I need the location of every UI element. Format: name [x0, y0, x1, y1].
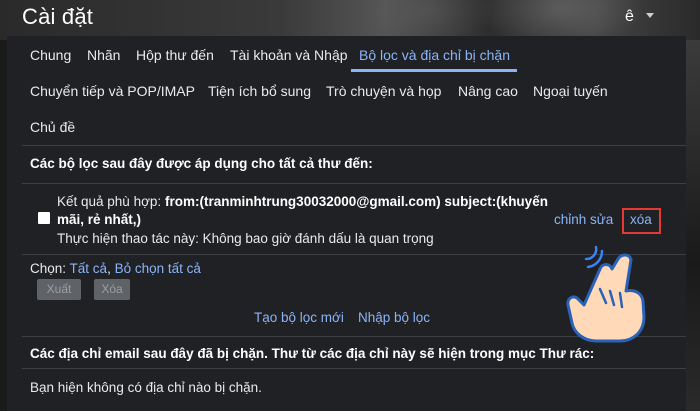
filter-criteria-cont: mãi, rẻ nhất,)	[57, 212, 142, 227]
blocked-heading: Các địa chỉ email sau đây đã bị chặn. Th…	[30, 346, 595, 361]
export-button[interactable]: Xuất	[37, 279, 81, 300]
tabs-divider	[22, 145, 686, 146]
tab-add-ons[interactable]: Tiện ích bổ sung	[208, 83, 311, 99]
select-controls: Chọn: Tất cả, Bỏ chọn tất cả	[30, 261, 201, 276]
blocked-empty-message: Bạn hiện không có địa chỉ nào bị chặn.	[30, 380, 262, 395]
filter-criteria-line1: Kết quả phù hợp: from:(tranminhtrung3003…	[57, 194, 548, 209]
filters-heading: Các bộ lọc sau đây được áp dụng cho tất …	[30, 156, 373, 171]
tab-themes[interactable]: Chủ đề	[30, 119, 75, 135]
filter-criteria-line2: mãi, rẻ nhất,)	[57, 212, 141, 227]
header-bar: Cài đặt ê	[0, 0, 700, 40]
create-filter-link[interactable]: Tạo bộ lọc mới	[254, 310, 344, 325]
select-all-link[interactable]: Tất cả	[70, 261, 108, 276]
tab-advanced[interactable]: Nâng cao	[458, 83, 518, 99]
tab-offline[interactable]: Ngoại tuyến	[533, 83, 608, 99]
chevron-down-icon[interactable]	[646, 13, 654, 18]
import-filters-link[interactable]: Nhập bộ lọc	[358, 310, 430, 325]
select-separator: ,	[107, 261, 111, 276]
edit-filter-link[interactable]: chỉnh sửa	[554, 212, 613, 227]
delete-button[interactable]: Xóa	[94, 279, 130, 300]
page-title: Cài đặt	[22, 4, 94, 29]
tab-labels[interactable]: Nhãn	[87, 47, 120, 63]
tab-accounts-import[interactable]: Tài khoản và Nhập	[230, 47, 348, 63]
background-edge	[686, 40, 700, 411]
filter-criteria: from:(tranminhtrung30032000@gmail.com) s…	[164, 194, 548, 209]
filter-match-label: Kết quả phù hợp:	[57, 194, 162, 209]
select-label: Chọn:	[30, 261, 67, 276]
tab-inbox[interactable]: Hộp thư đến	[136, 47, 214, 63]
tab-filters-blocked[interactable]: Bộ lọc và địa chỉ bị chặn	[359, 47, 510, 63]
tab-forwarding-pop-imap[interactable]: Chuyển tiếp và POP/IMAP	[30, 83, 195, 99]
filter-checkbox[interactable]	[38, 212, 50, 224]
tab-chat-meet[interactable]: Trò chuyện và họp	[326, 83, 441, 99]
tab-general[interactable]: Chung	[30, 47, 71, 63]
filter-action: Thực hiện thao tác này: Không bao giờ đá…	[57, 231, 434, 246]
delete-filter-link[interactable]: xóa	[630, 212, 652, 227]
blocked-divider	[22, 368, 686, 369]
select-none-link[interactable]: Bỏ chọn tất cả	[115, 261, 201, 276]
language-selector[interactable]: ê	[625, 8, 634, 26]
active-tab-indicator	[351, 69, 517, 72]
gmail-settings-page: Cài đặt ê Chung Nhãn Hộp thư đến Tài kho…	[0, 0, 700, 411]
pointing-hand-icon	[566, 245, 646, 343]
